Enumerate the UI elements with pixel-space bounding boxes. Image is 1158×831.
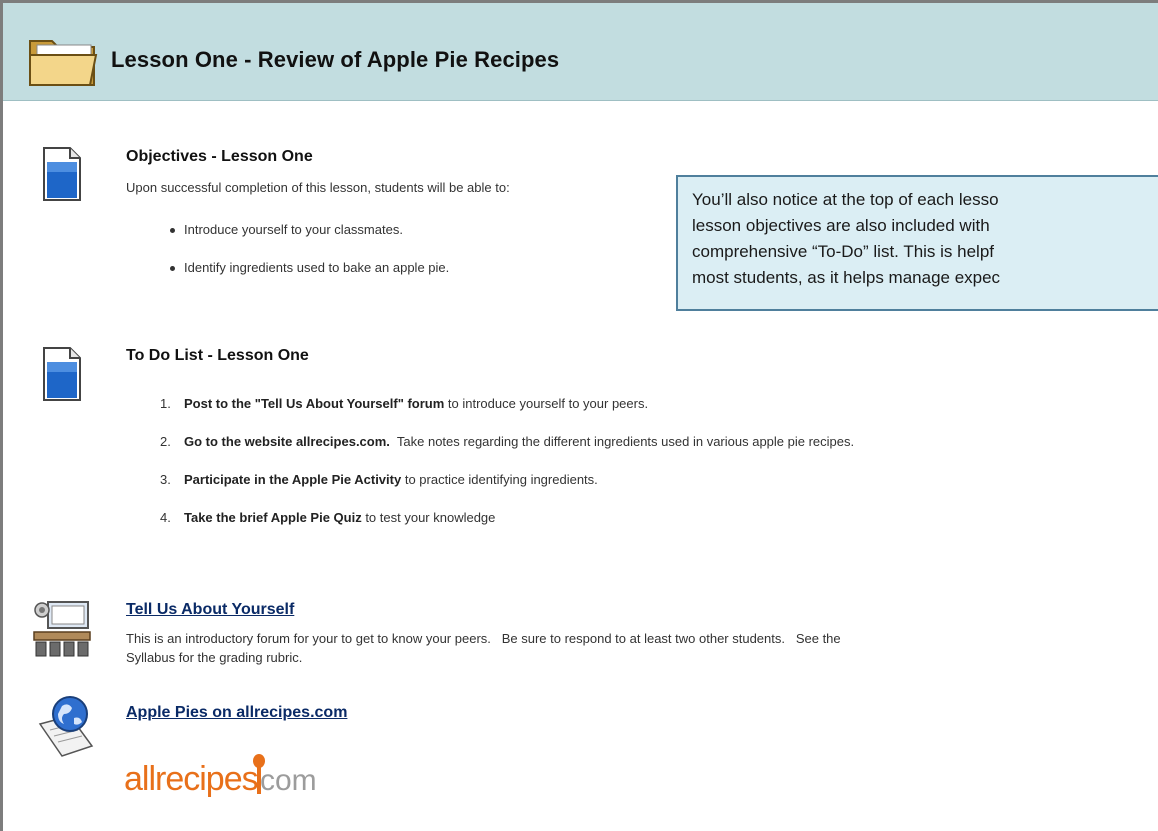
page-title: Lesson One - Review of Apple Pie Recipes [111, 47, 560, 72]
item-bold-text: Go to the website allrecipes.com. [184, 434, 390, 449]
item-bold-text: Take the brief Apple Pie Quiz [184, 510, 362, 525]
item-number: 4. [160, 510, 171, 525]
forum-link[interactable]: Tell Us About Yourself [126, 601, 294, 619]
list-item: 4. Take the brief Apple Pie Quiz to test … [160, 510, 854, 548]
item-text: to practice identifying ingredients. [401, 472, 598, 487]
item-number: 2. [160, 434, 171, 449]
forum-description-line: Syllabus for the grading rubric. [126, 650, 303, 665]
allrecipes-logo[interactable]: allrecipes com [124, 754, 344, 824]
forum-description-line: This is an introductory forum for your t… [126, 631, 841, 646]
callout-line: comprehensive “To-Do” list. This is help… [692, 242, 995, 261]
todo-list: 1. Post to the "Tell Us About Yourself" f… [160, 396, 854, 548]
item-text: to test your knowledge [361, 510, 496, 525]
item-number: 1. [160, 396, 171, 411]
allrecipes-link[interactable]: Apple Pies on allrecipes.com [126, 704, 347, 722]
list-item: 3. Participate in the Apple Pie Activity … [160, 472, 854, 510]
callout-line: most students, as it helps manage expec [692, 268, 1001, 287]
list-item: Identify ingredients used to bake an app… [168, 260, 449, 298]
logo-suffix-text: com [260, 764, 317, 797]
item-bold-text: Post to the "Tell Us About Yourself" for… [184, 396, 445, 411]
logo-main-text: allrecipes [124, 760, 259, 798]
web-link-icon [38, 696, 94, 757]
list-item: Introduce yourself to your classmates. [168, 222, 449, 260]
item-bold-text: Participate in the Apple Pie Activity [184, 472, 402, 487]
callout-line: lesson objectives are also included with [692, 216, 990, 235]
document-icon [43, 147, 81, 201]
document-icon [43, 347, 81, 401]
list-item: 1. Post to the "Tell Us About Yourself" f… [160, 396, 854, 434]
list-item: 2. Go to the website allrecipes.com. Take… [160, 434, 854, 472]
lesson-header: Lesson One - Review of Apple Pie Recipes [3, 3, 1158, 101]
todo-title: To Do List - Lesson One [126, 347, 309, 364]
item-text: Take notes regarding the different ingre… [389, 434, 855, 449]
callout-box: You’ll also notice at the top of each le… [676, 175, 1158, 311]
objectives-title: Objectives - Lesson One [126, 148, 313, 165]
objectives-list: Introduce yourself to your classmates. I… [168, 222, 449, 298]
item-number: 3. [160, 472, 171, 487]
discussion-forum-icon [33, 601, 91, 657]
folder-icon [29, 40, 98, 86]
item-text: to introduce yourself to your peers. [444, 396, 649, 411]
callout-line: You’ll also notice at the top of each le… [692, 190, 999, 209]
objectives-intro: Upon successful completion of this lesso… [126, 180, 510, 195]
forum-description: This is an introductory forum for your t… [126, 629, 841, 667]
